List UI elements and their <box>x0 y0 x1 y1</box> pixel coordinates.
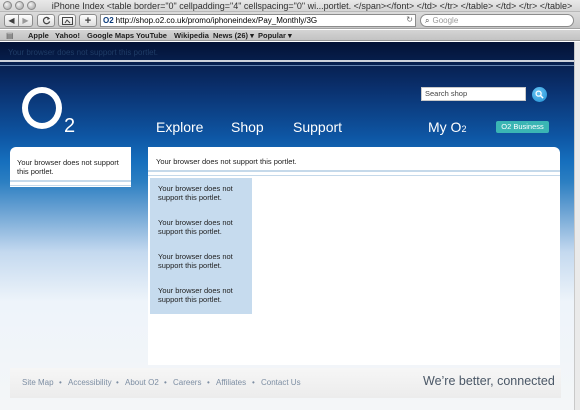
main-panel-divider <box>148 170 560 172</box>
show-bookmarks-button[interactable] <box>58 14 76 27</box>
nav-explore[interactable]: Explore <box>156 119 203 135</box>
footer-separator: • <box>164 378 167 387</box>
reload-icon <box>42 16 50 25</box>
zoom-window-button[interactable] <box>27 1 36 10</box>
main-portlet-panel: Your browser does not support this portl… <box>148 147 560 365</box>
footer-tagline: We’re better, connected <box>423 374 555 388</box>
shop-search-button[interactable] <box>532 87 547 102</box>
top-portlet-message: Your browser does not support this portl… <box>8 48 159 57</box>
nav-shop[interactable]: Shop <box>231 119 264 135</box>
main-panel-divider-secondary <box>148 175 560 176</box>
minimize-window-button[interactable] <box>15 1 24 10</box>
left-portlet-message: Your browser does not support this portl… <box>17 158 119 176</box>
url-text[interactable]: http://shop.o2.co.uk/promo/iphoneindex/P… <box>116 16 317 25</box>
portlet-box-item: Your browser does not support this portl… <box>158 184 233 202</box>
nav-support[interactable]: Support <box>293 119 342 135</box>
add-bookmark-button[interactable]: + <box>79 14 97 27</box>
left-portlet-panel: Your browser does not support this portl… <box>10 147 131 187</box>
nav-my-o2-subscript: 2 <box>461 124 467 134</box>
vertical-scrollbar[interactable] <box>574 42 580 410</box>
o2-logo-subscript: 2 <box>64 115 76 137</box>
bookmark-news[interactable]: News (26) ▾ <box>213 30 254 41</box>
plus-icon: + <box>84 14 92 27</box>
forward-arrow-icon: ▶ <box>22 16 29 25</box>
search-placeholder: Google <box>432 16 459 25</box>
book-icon[interactable]: ▤ <box>6 31 14 40</box>
portlet-box-item: Your browser does not support this portl… <box>158 286 233 304</box>
window-title: iPhone Index <table border="0" cellpaddi… <box>51 1 573 11</box>
bookmark-google-maps[interactable]: Google Maps <box>87 30 134 41</box>
close-window-button[interactable] <box>3 1 12 10</box>
portlet-box-item: Your browser does not support this portl… <box>158 218 233 236</box>
back-arrow-icon: ◀ <box>8 16 15 25</box>
footer-link-careers[interactable]: Careers <box>173 378 201 387</box>
bookmark-popular[interactable]: Popular ▾ <box>258 30 292 41</box>
portlet-box: Your browser does not support this portl… <box>150 178 252 314</box>
nav-my-o2[interactable]: My O2 <box>428 119 466 135</box>
nav-my-o2-label: My O <box>428 119 462 135</box>
page-footer: Site Map • Accessibility • About O2 • Ca… <box>10 368 561 398</box>
forward-button[interactable]: ▶ <box>18 14 33 27</box>
reload-button[interactable] <box>37 14 55 27</box>
footer-link-about-o2[interactable]: About O2 <box>125 378 159 387</box>
header-divider-secondary <box>0 65 574 66</box>
footer-link-accessibility[interactable]: Accessibility <box>68 378 112 387</box>
site-favicon: O2 <box>103 16 114 25</box>
footer-link-site-map[interactable]: Site Map <box>22 378 54 387</box>
footer-separator: • <box>252 378 255 387</box>
o2-logo-ring <box>22 87 62 129</box>
footer-link-contact-us[interactable]: Contact Us <box>261 378 301 387</box>
bookmarks-icon <box>61 16 73 25</box>
o2-page: Your browser does not support this portl… <box>0 42 574 410</box>
shop-search-input[interactable]: Search shop <box>421 87 526 101</box>
left-panel-divider-secondary <box>10 185 131 186</box>
portlet-box-item: Your browser does not support this portl… <box>158 252 233 270</box>
bookmark-youtube[interactable]: YouTube <box>136 30 167 41</box>
magnifier-icon <box>535 90 544 99</box>
left-panel-divider <box>10 180 131 182</box>
window-titlebar: iPhone Index <table border="0" cellpaddi… <box>0 0 580 12</box>
main-portlet-message: Your browser does not support this portl… <box>156 157 297 166</box>
bookmark-wikipedia[interactable]: Wikipedia <box>174 30 209 41</box>
bookmark-yahoo[interactable]: Yahoo! <box>55 30 80 41</box>
header-divider <box>0 60 574 62</box>
search-icon: ⌕ <box>425 15 430 25</box>
footer-separator: • <box>59 378 62 387</box>
footer-separator: • <box>207 378 210 387</box>
bookmark-apple[interactable]: Apple <box>28 30 49 41</box>
o2-business-button[interactable]: O2 Business <box>496 121 549 133</box>
browser-toolbar: ◀ ▶ + O2 http://shop.o2.co.uk/promo/ipho… <box>0 12 580 29</box>
back-button[interactable]: ◀ <box>4 14 19 27</box>
search-field[interactable]: ⌕ Google <box>420 14 574 27</box>
bookmarks-bar: ▤ Apple Yahoo! Google Maps YouTube Wikip… <box>0 30 580 41</box>
footer-separator: • <box>116 378 119 387</box>
address-bar[interactable]: O2 http://shop.o2.co.uk/promo/iphoneinde… <box>100 14 416 27</box>
footer-link-affiliates[interactable]: Affiliates <box>216 378 246 387</box>
url-reload-icon[interactable]: ↻ <box>406 15 413 24</box>
